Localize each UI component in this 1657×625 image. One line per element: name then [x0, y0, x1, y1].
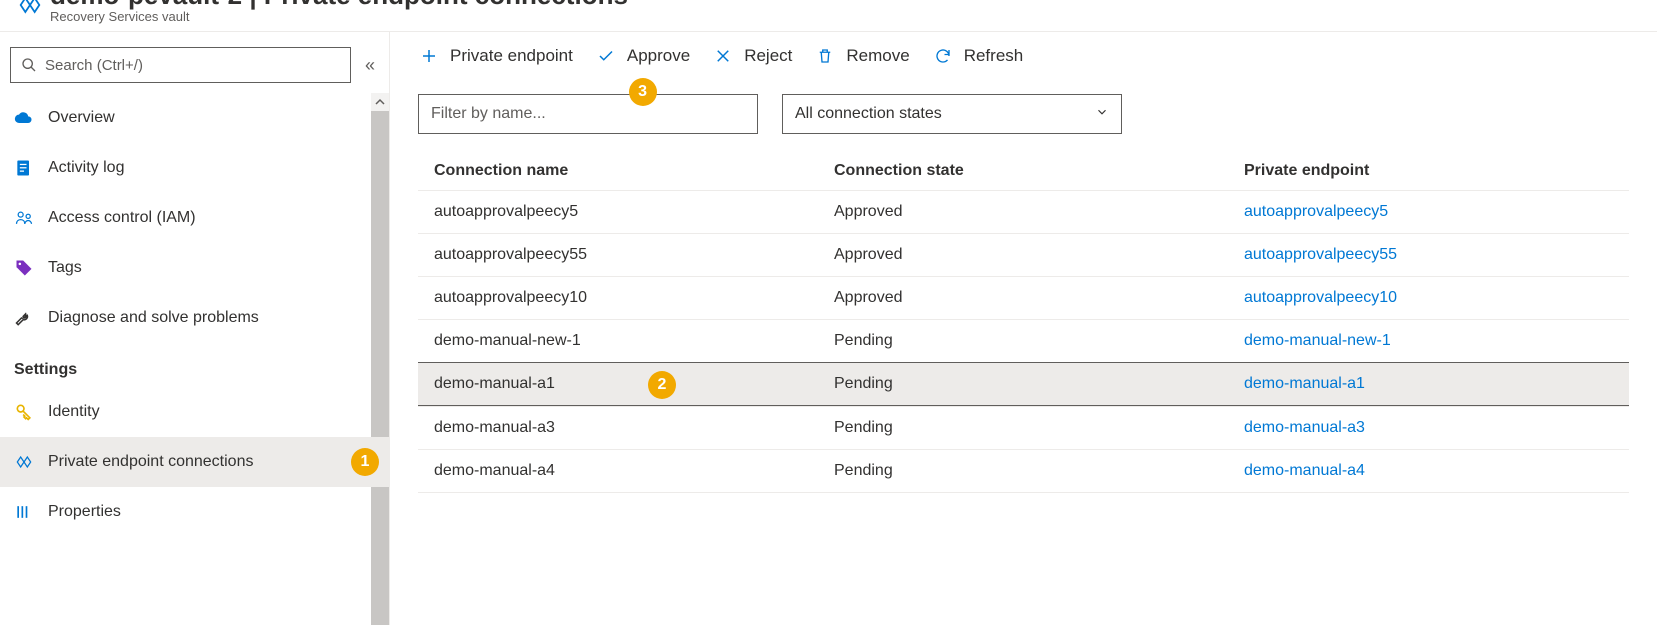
sidebar-item-properties[interactable]: Properties	[0, 487, 389, 537]
toolbar: Private endpoint Approve 3 Reject Remove…	[390, 32, 1657, 94]
page-subtitle: Recovery Services vault	[50, 9, 628, 24]
toolbar-label: Refresh	[964, 46, 1024, 66]
callout-1: 1	[351, 448, 379, 476]
remove-button[interactable]: Remove	[814, 46, 909, 66]
sidebar-item-label: Access control (IAM)	[48, 209, 196, 227]
cloud-icon	[14, 108, 34, 128]
cell-connection-state: Pending	[834, 419, 1244, 437]
private-endpoint-link[interactable]: demo-manual-new-1	[1244, 332, 1391, 349]
sidebar-item-label: Identity	[48, 403, 100, 421]
filter-state-select[interactable]: All connection states	[782, 94, 1122, 134]
private-endpoint-link[interactable]: demo-manual-a4	[1244, 462, 1365, 479]
cell-connection-name: demo-manual-a1	[434, 375, 834, 393]
sidebar-item-activity-log[interactable]: Activity log	[0, 143, 389, 193]
sidebar-item-label: Properties	[48, 503, 121, 521]
callout-2: 2	[648, 371, 676, 399]
cell-connection-name: autoapprovalpeecy55	[434, 246, 834, 264]
filter-state-value: All connection states	[795, 105, 942, 123]
collapse-sidebar-button[interactable]: «	[361, 51, 379, 80]
table-row[interactable]: demo-manual-a4Pendingdemo-manual-a4	[418, 449, 1629, 493]
log-icon	[14, 158, 34, 178]
private-endpoint-link[interactable]: autoapprovalpeecy55	[1244, 246, 1397, 263]
cell-connection-name: autoapprovalpeecy5	[434, 203, 834, 221]
x-icon	[712, 47, 734, 65]
properties-icon	[14, 502, 34, 522]
sidebar-item-label: Diagnose and solve problems	[48, 309, 259, 327]
table-row[interactable]: demo-manual-a1Pendingdemo-manual-a12	[418, 362, 1629, 406]
toolbar-label: Remove	[846, 46, 909, 66]
table-row[interactable]: autoapprovalpeecy10Approvedautoapprovalp…	[418, 276, 1629, 319]
sidebar-item-identity[interactable]: Identity	[0, 387, 389, 437]
cell-connection-state: Approved	[834, 203, 1244, 221]
private-endpoint-link[interactable]: demo-manual-a3	[1244, 419, 1365, 436]
cell-connection-state: Approved	[834, 289, 1244, 307]
cell-connection-state: Pending	[834, 332, 1244, 350]
private-endpoint-link[interactable]: autoapprovalpeecy5	[1244, 203, 1388, 220]
table-header: Connection name Connection state Private…	[418, 152, 1629, 190]
connections-table: Connection name Connection state Private…	[390, 152, 1657, 493]
resource-icon	[10, 0, 50, 25]
cell-connection-name: demo-manual-a4	[434, 462, 834, 480]
add-private-endpoint-button[interactable]: Private endpoint	[418, 46, 573, 66]
cell-connection-state: Approved	[834, 246, 1244, 264]
trash-icon	[814, 47, 836, 65]
sidebar-item-tags[interactable]: Tags	[0, 243, 389, 293]
sidebar: « Overview Activity log Access control (…	[0, 32, 390, 625]
toolbar-label: Reject	[744, 46, 792, 66]
iam-icon	[14, 208, 34, 228]
cell-connection-state: Pending	[834, 462, 1244, 480]
wrench-icon	[14, 308, 34, 328]
sidebar-item-label: Overview	[48, 109, 115, 127]
private-endpoint-link[interactable]: autoapprovalpeecy10	[1244, 289, 1397, 306]
cell-connection-name: demo-manual-new-1	[434, 332, 834, 350]
refresh-button[interactable]: Refresh	[932, 46, 1024, 66]
col-header-name[interactable]: Connection name	[434, 162, 834, 180]
sidebar-item-label: Private endpoint connections	[48, 453, 253, 471]
approve-button[interactable]: Approve 3	[595, 46, 690, 66]
filter-name-input[interactable]	[418, 94, 758, 134]
table-row[interactable]: autoapprovalpeecy55Approvedautoapprovalp…	[418, 233, 1629, 276]
sidebar-search-input[interactable]	[45, 57, 340, 74]
col-header-state[interactable]: Connection state	[834, 162, 1244, 180]
table-row[interactable]: autoapprovalpeecy5Approvedautoapprovalpe…	[418, 190, 1629, 233]
plus-icon	[418, 47, 440, 65]
tag-icon	[14, 258, 34, 278]
sidebar-item-label: Activity log	[48, 159, 124, 177]
table-row[interactable]: demo-manual-new-1Pendingdemo-manual-new-…	[418, 319, 1629, 362]
callout-3: 3	[629, 78, 657, 106]
toolbar-label: Approve	[627, 46, 690, 66]
private-endpoint-link[interactable]: demo-manual-a1	[1244, 375, 1365, 392]
sidebar-item-private-endpoint-connections[interactable]: Private endpoint connections 1	[0, 437, 389, 487]
chevron-down-icon	[1095, 105, 1109, 124]
key-icon	[14, 402, 34, 422]
sidebar-item-label: Tags	[48, 259, 82, 277]
sidebar-item-overview[interactable]: Overview	[0, 93, 389, 143]
search-icon	[21, 57, 37, 73]
sidebar-item-iam[interactable]: Access control (IAM)	[0, 193, 389, 243]
toolbar-label: Private endpoint	[450, 46, 573, 66]
table-row[interactable]: demo-manual-a3Pendingdemo-manual-a3	[418, 406, 1629, 449]
check-icon	[595, 47, 617, 65]
sidebar-section-settings: Settings	[0, 343, 389, 387]
pe-icon	[14, 452, 34, 472]
reject-button[interactable]: Reject	[712, 46, 792, 66]
col-header-endpoint[interactable]: Private endpoint	[1244, 162, 1613, 180]
cell-connection-name: demo-manual-a3	[434, 419, 834, 437]
refresh-icon	[932, 47, 954, 65]
cell-connection-state: Pending	[834, 375, 1244, 393]
cell-connection-name: autoapprovalpeecy10	[434, 289, 834, 307]
sidebar-search[interactable]	[10, 47, 351, 83]
sidebar-item-diagnose[interactable]: Diagnose and solve problems	[0, 293, 389, 343]
